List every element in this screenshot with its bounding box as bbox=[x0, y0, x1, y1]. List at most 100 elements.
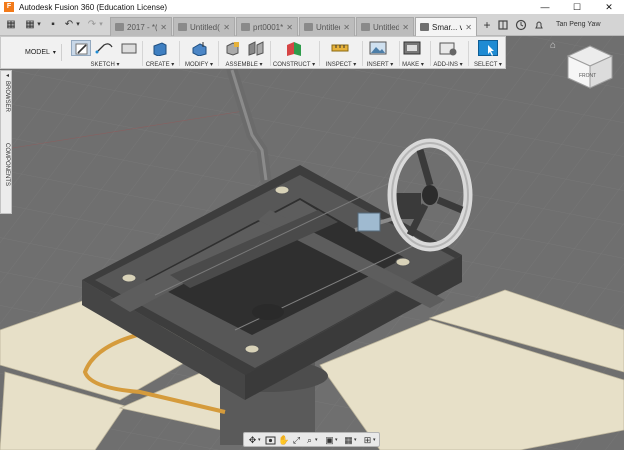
group-label-inspect[interactable]: INSPECT ▾ bbox=[322, 61, 360, 70]
grid-caret-icon[interactable]: ▾ bbox=[354, 437, 359, 443]
display-caret-icon[interactable]: ▾ bbox=[335, 437, 340, 443]
rectangle-tool-icon bbox=[121, 43, 137, 54]
look-at-icon[interactable] bbox=[265, 435, 276, 445]
offset-plane-tool[interactable] bbox=[284, 40, 304, 56]
extrude-icon bbox=[153, 42, 167, 56]
document-tab[interactable]: Untitled(1) ✕ bbox=[173, 17, 235, 36]
notifications-icon[interactable] bbox=[533, 19, 545, 31]
group-label-create[interactable]: CREATE ▾ bbox=[144, 61, 176, 70]
document-icon bbox=[115, 23, 124, 31]
scripts-addins-icon bbox=[439, 42, 457, 56]
components-panel-label[interactable]: COMPONENTS bbox=[2, 143, 12, 186]
new-component-icon bbox=[226, 42, 239, 56]
orbit-caret-icon[interactable]: ▾ bbox=[258, 437, 263, 443]
measure-ruler-icon bbox=[331, 44, 349, 52]
document-tab[interactable]: prt0001*(2) ✕ bbox=[236, 17, 298, 36]
browser-panel-label[interactable]: BROWSER bbox=[2, 81, 12, 112]
viewports-caret-icon[interactable]: ▾ bbox=[373, 437, 378, 443]
joint-tool[interactable] bbox=[246, 40, 266, 56]
group-label-make[interactable]: MAKE ▾ bbox=[399, 61, 427, 70]
undo-caret-icon[interactable]: ▾ bbox=[74, 18, 82, 32]
tab-label: Untitled(2) bbox=[316, 22, 340, 32]
browser-panel[interactable]: ◂ BROWSER COMPONENTS bbox=[0, 70, 12, 214]
new-tab-button[interactable]: + bbox=[479, 17, 495, 34]
grid-snaps-icon[interactable]: ▦ bbox=[343, 435, 354, 445]
line-tool-icon bbox=[95, 43, 113, 54]
pan-icon[interactable]: ✋ bbox=[278, 435, 289, 445]
model-canvas[interactable] bbox=[0, 36, 624, 450]
tab-label: prt0001*(2) bbox=[253, 22, 284, 32]
tab-close-icon[interactable]: ✕ bbox=[343, 23, 350, 32]
insert-image-icon bbox=[369, 41, 387, 55]
new-component-tool[interactable] bbox=[223, 40, 243, 56]
group-separator bbox=[218, 41, 219, 66]
document-icon bbox=[420, 23, 429, 31]
file-menu-caret-icon[interactable]: ▾ bbox=[35, 18, 43, 32]
viewcube[interactable]: FRONT bbox=[562, 40, 618, 92]
group-label-addins[interactable]: ADD-INS ▾ bbox=[431, 61, 465, 70]
tab-close-icon[interactable]: ✕ bbox=[286, 23, 293, 32]
minimize-button[interactable]: — bbox=[530, 0, 560, 14]
group-separator bbox=[142, 41, 143, 66]
user-account-name[interactable]: Tan Peng Yaw bbox=[556, 21, 601, 28]
3d-print-icon bbox=[403, 41, 421, 55]
extrude-tool[interactable] bbox=[150, 40, 170, 56]
sketch-pencil-icon bbox=[75, 43, 88, 55]
workspace-caret-icon: ▾ bbox=[52, 50, 56, 56]
group-label-construct[interactable]: CONSTRUCT ▾ bbox=[272, 61, 316, 70]
tab-label: 2017 - *(1) bbox=[127, 22, 158, 32]
measure-tool[interactable] bbox=[330, 40, 350, 56]
insert-image-tool[interactable] bbox=[368, 40, 388, 56]
workspace-label: MODEL bbox=[25, 49, 50, 56]
press-pull-tool[interactable] bbox=[189, 40, 209, 56]
group-label-insert[interactable]: INSERT ▾ bbox=[363, 61, 397, 70]
press-pull-icon bbox=[192, 42, 207, 56]
document-icon bbox=[178, 23, 187, 31]
group-separator bbox=[319, 41, 320, 66]
zoom-window-icon[interactable]: ⤢ bbox=[291, 435, 302, 445]
maximize-button[interactable]: ☐ bbox=[562, 0, 592, 14]
extensions-icon[interactable] bbox=[497, 19, 509, 31]
group-separator bbox=[270, 41, 271, 66]
tab-close-icon[interactable]: ✕ bbox=[465, 23, 472, 32]
redo-caret-icon[interactable]: ▾ bbox=[97, 18, 105, 32]
joint-icon bbox=[248, 41, 264, 56]
save-icon[interactable]: ▪ bbox=[47, 18, 59, 32]
navigation-bar: ✥ ▾ ✋ ⤢ ⌕ ▾ ▣ ▾ ▦ ▾ ⊞ ▾ bbox=[243, 432, 380, 447]
group-separator bbox=[468, 41, 469, 66]
tab-label: Smar... v1* bbox=[432, 22, 462, 32]
display-settings-icon[interactable]: ▣ bbox=[324, 435, 335, 445]
fusion-logo-icon: F bbox=[4, 2, 14, 12]
browser-collapse-icon[interactable]: ◂ bbox=[2, 72, 12, 79]
3d-print-tool[interactable] bbox=[402, 40, 422, 56]
window-title: Autodesk Fusion 360 (Education License) bbox=[19, 2, 168, 12]
group-label-modify[interactable]: MODIFY ▾ bbox=[182, 61, 216, 70]
line-tool[interactable] bbox=[95, 40, 115, 56]
document-tab[interactable]: Untitled(2) ✕ bbox=[299, 17, 355, 36]
orbit-icon[interactable]: ✥ bbox=[247, 435, 258, 445]
zoom-caret-icon[interactable]: ▾ bbox=[315, 437, 320, 443]
document-tab[interactable]: Untitled(3) ✕ bbox=[356, 17, 414, 36]
zoom-icon[interactable]: ⌕ bbox=[304, 435, 315, 445]
group-label-select[interactable]: SELECT ▾ bbox=[471, 61, 505, 70]
workspace-switcher-button[interactable]: MODEL ▾ bbox=[7, 44, 62, 61]
tab-close-icon[interactable]: ✕ bbox=[402, 23, 409, 32]
document-tab[interactable]: 2017 - *(1) ✕ bbox=[110, 17, 172, 36]
select-tool[interactable] bbox=[478, 40, 498, 56]
home-view-icon[interactable]: ⌂ bbox=[550, 41, 561, 51]
scripts-addins-tool[interactable] bbox=[438, 40, 458, 56]
document-icon bbox=[361, 23, 370, 31]
group-label-assemble[interactable]: ASSEMBLE ▾ bbox=[221, 61, 267, 70]
document-icon bbox=[241, 23, 250, 31]
tab-close-icon[interactable]: ✕ bbox=[160, 23, 167, 32]
group-label-sketch[interactable]: SKETCH ▾ bbox=[71, 61, 139, 70]
tab-close-icon[interactable]: ✕ bbox=[223, 23, 230, 32]
viewports-icon[interactable]: ⊞ bbox=[362, 435, 373, 445]
job-status-icon[interactable] bbox=[515, 19, 527, 31]
group-separator bbox=[179, 41, 180, 66]
data-panel-grid-icon[interactable]: ▦ bbox=[4, 18, 18, 32]
document-tab-active[interactable]: Smar... v1* ✕ bbox=[415, 17, 477, 36]
close-button[interactable]: ✕ bbox=[594, 0, 624, 14]
create-sketch-tool[interactable] bbox=[71, 40, 91, 56]
rectangle-tool[interactable] bbox=[119, 40, 139, 56]
